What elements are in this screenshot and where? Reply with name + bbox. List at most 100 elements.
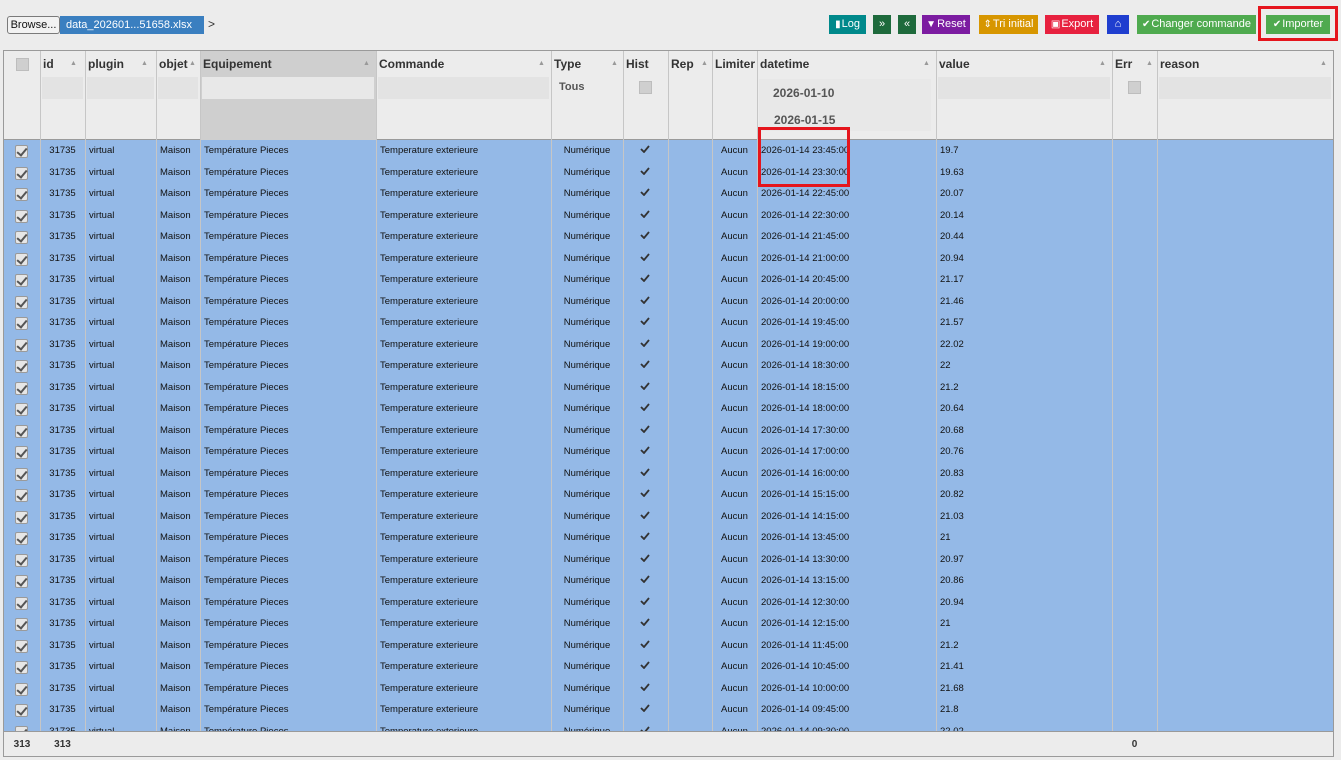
reset-button[interactable]: ▼Reset — [922, 15, 970, 34]
filter-objet[interactable] — [158, 77, 198, 99]
path-separator: > — [208, 17, 216, 31]
row-checkbox[interactable] — [15, 596, 28, 610]
column-divider[interactable] — [936, 51, 937, 756]
row-checkbox[interactable] — [15, 231, 28, 244]
row-equipement-cell: Température Pieces — [204, 403, 289, 414]
header-reason[interactable]: reason ▲ — [1157, 51, 1333, 140]
header-rep[interactable]: Rep ▲ — [668, 51, 712, 140]
row-checkbox[interactable] — [15, 360, 28, 373]
header-hist-label: Hist — [626, 57, 649, 71]
file-name-field[interactable]: data_202601...51658.xlsx — [60, 16, 204, 34]
home-button[interactable]: ⌂ — [1107, 15, 1129, 34]
header-id[interactable]: id ▲ — [40, 51, 85, 140]
row-checkbox[interactable] — [15, 446, 28, 459]
row-plugin-cell: virtual — [89, 704, 115, 715]
row-commande-cell: Temperature exterieure — [380, 618, 479, 629]
row-checkbox[interactable] — [15, 553, 28, 567]
row-checkbox[interactable] — [15, 575, 28, 588]
tri-initial-button[interactable]: ⇕Tri initial — [979, 15, 1038, 34]
row-checkbox[interactable] — [15, 532, 28, 545]
row-select-cell — [4, 678, 40, 700]
row-checkbox[interactable] — [15, 661, 28, 674]
column-divider[interactable] — [376, 51, 377, 756]
row-checkbox[interactable] — [15, 295, 28, 309]
row-reason-cell — [1157, 549, 1333, 571]
date-from-input[interactable]: 2026-01-10 — [773, 86, 834, 100]
row-checkbox[interactable] — [15, 704, 28, 717]
changer-commande-button[interactable]: ✔Changer commande — [1137, 15, 1256, 34]
row-rep-cell — [668, 549, 712, 571]
expand-down-button[interactable]: » — [873, 15, 891, 34]
column-divider[interactable] — [156, 51, 157, 756]
date-to-input[interactable]: 2026-01-15 — [774, 113, 835, 127]
column-divider[interactable] — [668, 51, 669, 756]
header-limiter[interactable]: Limiter — [712, 51, 757, 140]
filter-type-select[interactable]: Tous — [559, 81, 584, 93]
row-id-cell: 31735 — [49, 467, 76, 479]
sort-icon: ▲ — [1099, 60, 1106, 67]
header-hist[interactable]: Hist — [623, 51, 668, 140]
row-commande-cell: Temperature exterieure — [380, 295, 479, 307]
row-checkbox[interactable] — [15, 639, 28, 653]
row-limiter-cell: Aucun — [721, 704, 748, 715]
row-checkbox[interactable] — [15, 188, 28, 201]
header-select[interactable] — [4, 51, 40, 140]
filter-reason[interactable] — [1159, 77, 1331, 99]
row-reason-cell — [1157, 592, 1333, 614]
header-equipement[interactable]: Equipement ▲ — [200, 51, 376, 140]
column-divider[interactable] — [200, 51, 201, 756]
filter-plugin[interactable] — [87, 77, 154, 99]
row-checkbox[interactable] — [15, 317, 28, 330]
export-button[interactable]: ▣Export — [1045, 15, 1099, 34]
header-limiter-label: Limiter — [715, 57, 756, 71]
header-type[interactable]: Type ▲ Tous — [551, 51, 623, 140]
row-checkbox[interactable] — [15, 381, 28, 395]
row-checkbox[interactable] — [15, 467, 28, 481]
row-checkbox[interactable] — [15, 424, 28, 438]
filter-equipement[interactable] — [202, 77, 374, 99]
row-rep-cell — [668, 527, 712, 549]
column-divider[interactable] — [85, 51, 86, 756]
row-checkbox[interactable] — [15, 489, 28, 502]
header-err[interactable]: Err ▲ — [1112, 51, 1157, 140]
column-divider[interactable] — [551, 51, 552, 756]
row-checkbox[interactable] — [15, 403, 28, 416]
row-value-cell: 20.97 — [940, 553, 964, 565]
row-checkbox[interactable] — [15, 618, 28, 631]
home-icon: ⌂ — [1114, 18, 1122, 30]
filter-hist-checkbox[interactable] — [639, 81, 652, 94]
row-datetime-cell: 2026-01-14 15:15:00 — [761, 489, 850, 500]
column-divider[interactable] — [623, 51, 624, 756]
row-hist-cell — [623, 656, 668, 678]
row-type-cell: Numérique — [563, 145, 611, 156]
header-value[interactable]: value ▲ — [936, 51, 1112, 140]
filter-err-checkbox[interactable] — [1128, 81, 1141, 94]
row-id-cell: 31735 — [49, 231, 76, 242]
row-checkbox[interactable] — [15, 338, 28, 352]
row-checkbox[interactable] — [15, 145, 28, 158]
row-checkbox[interactable] — [15, 209, 28, 223]
column-divider[interactable] — [1112, 51, 1113, 756]
row-commande-cell: Temperature exterieure — [380, 317, 479, 328]
filter-value[interactable] — [938, 77, 1110, 99]
row-commande-cell: Temperature exterieure — [380, 252, 479, 264]
row-checkbox[interactable] — [15, 252, 28, 266]
header-commande[interactable]: Commande ▲ — [376, 51, 551, 140]
filter-id[interactable] — [42, 77, 83, 99]
filter-commande[interactable] — [378, 77, 549, 99]
column-divider[interactable] — [1157, 51, 1158, 756]
row-value-cell: 19.63 — [940, 166, 964, 178]
row-value-cell: 21.2 — [940, 639, 959, 651]
row-checkbox[interactable] — [15, 166, 28, 180]
log-button[interactable]: ▮Log — [829, 15, 866, 34]
column-divider[interactable] — [712, 51, 713, 756]
expand-up-button[interactable]: « — [898, 15, 916, 34]
column-divider[interactable] — [40, 51, 41, 756]
row-checkbox[interactable] — [15, 682, 28, 696]
row-checkbox[interactable] — [15, 274, 28, 287]
row-checkbox[interactable] — [15, 510, 28, 524]
header-plugin[interactable]: plugin ▲ — [85, 51, 156, 140]
browse-button[interactable]: Browse... — [7, 16, 60, 34]
header-objet[interactable]: objet ▲ — [156, 51, 200, 140]
select-all-checkbox[interactable] — [16, 58, 29, 71]
